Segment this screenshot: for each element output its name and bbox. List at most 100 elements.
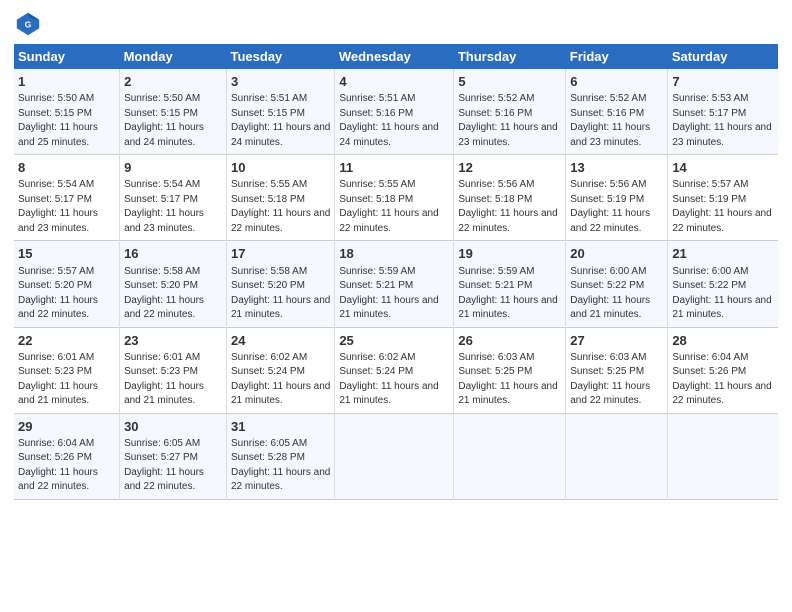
cell-content: Sunrise: 6:04 AMSunset: 5:26 PMDaylight:… xyxy=(18,437,115,495)
day-number: 13 xyxy=(570,159,663,177)
day-number: 15 xyxy=(18,245,115,263)
day-number: 28 xyxy=(672,332,774,350)
day-number: 18 xyxy=(339,245,449,263)
calendar-cell: 30Sunrise: 6:05 AMSunset: 5:27 PMDayligh… xyxy=(120,413,227,499)
calendar-cell: 27Sunrise: 6:03 AMSunset: 5:25 PMDayligh… xyxy=(566,327,668,413)
day-number: 30 xyxy=(124,418,222,436)
week-row-5: 29Sunrise: 6:04 AMSunset: 5:26 PMDayligh… xyxy=(14,413,778,499)
cell-content: Sunrise: 6:00 AMSunset: 5:22 PMDaylight:… xyxy=(570,265,663,323)
column-header-tuesday: Tuesday xyxy=(227,44,335,69)
day-number: 3 xyxy=(231,73,330,91)
calendar-cell: 17 Sunrise: 5:58 AMSunset: 5:20 PMDayligh… xyxy=(227,241,335,327)
week-row-3: 15 Sunrise: 5:57 AMSunset: 5:20 PMDayligh… xyxy=(14,241,778,327)
day-number: 1 xyxy=(18,73,115,91)
calendar-cell: 31Sunrise: 6:05 AMSunset: 5:28 PMDayligh… xyxy=(227,413,335,499)
column-header-monday: Monday xyxy=(120,44,227,69)
calendar-table: SundayMondayTuesdayWednesdayThursdayFrid… xyxy=(14,44,778,500)
calendar-cell: 1Sunrise: 5:50 AMSunset: 5:15 PMDaylight… xyxy=(14,69,120,155)
logo: G xyxy=(14,10,46,38)
day-number: 12 xyxy=(458,159,561,177)
day-number: 8 xyxy=(18,159,115,177)
calendar-cell: 22Sunrise: 6:01 AMSunset: 5:23 PMDayligh… xyxy=(14,327,120,413)
cell-content: Sunrise: 5:58 AMSunset: 5:20 PMDaylight:… xyxy=(231,265,330,323)
column-header-wednesday: Wednesday xyxy=(335,44,454,69)
cell-content: Sunrise: 5:52 AMSunset: 5:16 PMDaylight:… xyxy=(458,92,561,150)
calendar-cell: 19Sunrise: 5:59 AMSunset: 5:21 PMDayligh… xyxy=(454,241,566,327)
cell-content: Sunrise: 6:05 AMSunset: 5:28 PMDaylight:… xyxy=(231,437,330,495)
day-number: 24 xyxy=(231,332,330,350)
week-row-2: 8Sunrise: 5:54 AMSunset: 5:17 PMDaylight… xyxy=(14,155,778,241)
day-number: 9 xyxy=(124,159,222,177)
day-number: 31 xyxy=(231,418,330,436)
cell-content: Sunrise: 5:50 AMSunset: 5:15 PMDaylight:… xyxy=(18,92,115,150)
calendar-cell: 20 Sunrise: 6:00 AMSunset: 5:22 PMDayligh… xyxy=(566,241,668,327)
day-number: 23 xyxy=(124,332,222,350)
column-header-friday: Friday xyxy=(566,44,668,69)
cell-content: Sunrise: 6:00 AMSunset: 5:22 PMDaylight:… xyxy=(672,265,774,323)
day-number: 11 xyxy=(339,159,449,177)
calendar-cell xyxy=(566,413,668,499)
calendar-cell: 16 Sunrise: 5:58 AMSunset: 5:20 PMDayligh… xyxy=(120,241,227,327)
day-number: 27 xyxy=(570,332,663,350)
header: G xyxy=(14,10,778,38)
day-number: 5 xyxy=(458,73,561,91)
day-number: 6 xyxy=(570,73,663,91)
calendar-cell: 6Sunrise: 5:52 AMSunset: 5:16 PMDaylight… xyxy=(566,69,668,155)
cell-content: Sunrise: 5:58 AMSunset: 5:20 PMDaylight:… xyxy=(124,265,222,323)
calendar-cell: 8Sunrise: 5:54 AMSunset: 5:17 PMDaylight… xyxy=(14,155,120,241)
cell-content: Sunrise: 6:02 AMSunset: 5:24 PMDaylight:… xyxy=(231,351,330,409)
cell-content: Sunrise: 5:54 AMSunset: 5:17 PMDaylight:… xyxy=(18,178,115,236)
column-header-sunday: Sunday xyxy=(14,44,120,69)
calendar-cell: 23Sunrise: 6:01 AMSunset: 5:23 PMDayligh… xyxy=(120,327,227,413)
cell-content: Sunrise: 5:53 AMSunset: 5:17 PMDaylight:… xyxy=(672,92,774,150)
cell-content: Sunrise: 6:04 AMSunset: 5:26 PMDaylight:… xyxy=(672,351,774,409)
calendar-cell: 28Sunrise: 6:04 AMSunset: 5:26 PMDayligh… xyxy=(668,327,778,413)
calendar-cell: 24Sunrise: 6:02 AMSunset: 5:24 PMDayligh… xyxy=(227,327,335,413)
cell-content: Sunrise: 5:52 AMSunset: 5:16 PMDaylight:… xyxy=(570,92,663,150)
calendar-cell: 11Sunrise: 5:55 AMSunset: 5:18 PMDayligh… xyxy=(335,155,454,241)
day-number: 20 xyxy=(570,245,663,263)
week-row-4: 22 Sunrise: 6:01 AMSunset: 5:23 PMDayligh… xyxy=(14,327,778,413)
day-number: 25 xyxy=(339,332,449,350)
calendar-cell: 25Sunrise: 6:02 AMSunset: 5:24 PMDayligh… xyxy=(335,327,454,413)
day-number: 4 xyxy=(339,73,449,91)
day-number: 26 xyxy=(458,332,561,350)
cell-content: Sunrise: 6:05 AMSunset: 5:27 PMDaylight:… xyxy=(124,437,222,495)
cell-content: Sunrise: 6:01 AMSunset: 5:23 PMDaylight:… xyxy=(124,351,222,409)
calendar-cell xyxy=(335,413,454,499)
calendar-cell: 13Sunrise: 5:56 AMSunset: 5:19 PMDayligh… xyxy=(566,155,668,241)
cell-content: Sunrise: 5:54 AMSunset: 5:17 PMDaylight:… xyxy=(124,178,222,236)
cell-content: Sunrise: 5:59 AMSunset: 5:21 PMDaylight:… xyxy=(339,265,449,323)
cell-content: Sunrise: 5:51 AMSunset: 5:15 PMDaylight:… xyxy=(231,92,330,150)
day-number: 21 xyxy=(672,245,774,263)
calendar-cell: 2Sunrise: 5:50 AMSunset: 5:15 PMDaylight… xyxy=(120,69,227,155)
week-row-1: 1Sunrise: 5:50 AMSunset: 5:15 PMDaylight… xyxy=(14,69,778,155)
calendar-cell: 21 Sunrise: 6:00 AMSunset: 5:22 PMDayligh… xyxy=(668,241,778,327)
calendar-cell xyxy=(668,413,778,499)
svg-text:G: G xyxy=(25,20,32,30)
day-number: 29 xyxy=(18,418,115,436)
calendar-cell: 12Sunrise: 5:56 AMSunset: 5:18 PMDayligh… xyxy=(454,155,566,241)
cell-content: Sunrise: 5:56 AMSunset: 5:19 PMDaylight:… xyxy=(570,178,663,236)
calendar-cell: 7Sunrise: 5:53 AMSunset: 5:17 PMDaylight… xyxy=(668,69,778,155)
calendar-cell xyxy=(454,413,566,499)
cell-content: Sunrise: 6:03 AMSunset: 5:25 PMDaylight:… xyxy=(458,351,561,409)
calendar-cell: 10Sunrise: 5:55 AMSunset: 5:18 PMDayligh… xyxy=(227,155,335,241)
cell-content: Sunrise: 6:02 AMSunset: 5:24 PMDaylight:… xyxy=(339,351,449,409)
calendar-cell: 14Sunrise: 5:57 AMSunset: 5:19 PMDayligh… xyxy=(668,155,778,241)
page-container: G SundayMondayTuesdayWednesdayThursdayFr… xyxy=(0,0,792,510)
cell-content: Sunrise: 5:56 AMSunset: 5:18 PMDaylight:… xyxy=(458,178,561,236)
column-header-thursday: Thursday xyxy=(454,44,566,69)
header-row: SundayMondayTuesdayWednesdayThursdayFrid… xyxy=(14,44,778,69)
column-header-saturday: Saturday xyxy=(668,44,778,69)
cell-content: Sunrise: 5:57 AMSunset: 5:20 PMDaylight:… xyxy=(18,265,115,323)
day-number: 16 xyxy=(124,245,222,263)
day-number: 17 xyxy=(231,245,330,263)
cell-content: Sunrise: 5:50 AMSunset: 5:15 PMDaylight:… xyxy=(124,92,222,150)
day-number: 22 xyxy=(18,332,115,350)
calendar-cell: 9Sunrise: 5:54 AMSunset: 5:17 PMDaylight… xyxy=(120,155,227,241)
calendar-cell: 4Sunrise: 5:51 AMSunset: 5:16 PMDaylight… xyxy=(335,69,454,155)
cell-content: Sunrise: 5:55 AMSunset: 5:18 PMDaylight:… xyxy=(231,178,330,236)
calendar-cell: 26Sunrise: 6:03 AMSunset: 5:25 PMDayligh… xyxy=(454,327,566,413)
cell-content: Sunrise: 5:55 AMSunset: 5:18 PMDaylight:… xyxy=(339,178,449,236)
